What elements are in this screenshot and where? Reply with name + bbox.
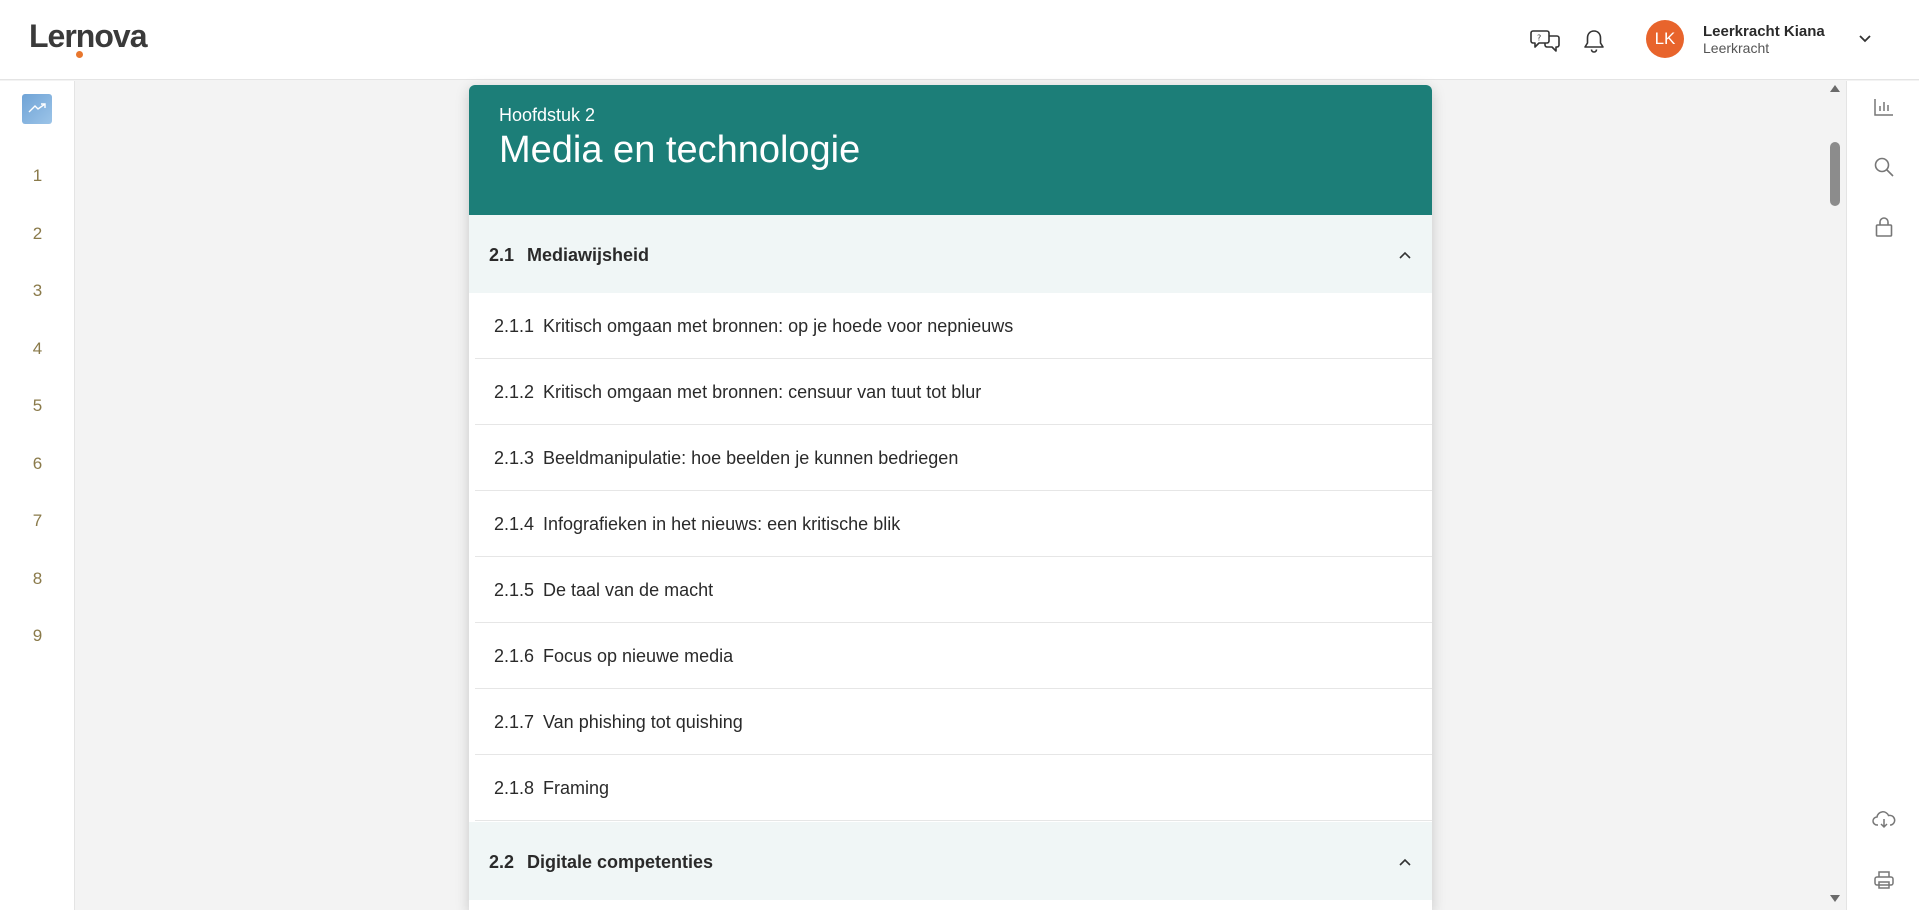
section-number: 2.1 — [489, 245, 515, 265]
lesson-number: 2.1.4 — [494, 514, 535, 534]
lesson-list-item[interactable]: 2.1.1 Kritisch omgaan met bronnen: op je … — [469, 293, 1432, 359]
user-name[interactable]: Leerkracht Kiana — [1703, 23, 1825, 40]
logo-dot — [76, 51, 83, 58]
sidebar-chapter-7[interactable]: 7 — [0, 511, 75, 531]
sidebar-chapter-5[interactable]: 5 — [0, 396, 75, 416]
lesson-title: Framing — [543, 778, 610, 798]
sidebar-chapter-1[interactable]: 1 — [0, 166, 75, 186]
avatar-initials: LK — [1654, 29, 1676, 48]
logo-text: Lernova — [29, 18, 147, 54]
lesson-number: 2.1.6 — [494, 646, 535, 666]
book-cover-thumbnail[interactable] — [22, 94, 52, 124]
sidebar-chapter-4[interactable]: 4 — [0, 339, 75, 359]
section-header[interactable]: 2.1 Mediawijsheid — [469, 215, 1432, 293]
printer-icon[interactable] — [1869, 865, 1899, 895]
chapter-label: Hoofdstuk 2 — [499, 105, 596, 125]
lesson-number: 2.1.7 — [494, 712, 535, 732]
lesson-list-item[interactable]: 2.1.3 Beeldmanipulatie: hoe beelden je ku… — [469, 425, 1432, 491]
scroll-up-arrow[interactable] — [1828, 84, 1842, 96]
bell-icon[interactable] — [1577, 24, 1611, 58]
chapter-header: Hoofdstuk 2 Media en technologie — [469, 85, 1432, 215]
chevron-up-icon[interactable] — [1395, 245, 1415, 265]
lesson-number: 2.1.5 — [494, 580, 535, 600]
cloud-download-icon[interactable] — [1869, 805, 1899, 835]
search-icon[interactable] — [1869, 152, 1899, 182]
lesson-list-item[interactable]: 2.1.6 Focus op nieuwe media — [469, 623, 1432, 689]
lesson-number: 2.1.1 — [494, 316, 535, 336]
divider — [475, 820, 1432, 821]
section-title: Mediawijsheid — [527, 245, 650, 265]
lesson-list-item[interactable]: 2.1.7 Van phishing tot quishing — [469, 689, 1432, 755]
sidebar-chapter-6[interactable]: 6 — [0, 454, 75, 474]
chapter-title: Media en technologie — [499, 129, 861, 171]
chapter-card: Hoofdstuk 2 Media en technologie 2.1 Medi… — [469, 85, 1432, 910]
lesson-number: 2.1.2 — [494, 382, 535, 402]
section-number: 2.2 — [489, 852, 515, 872]
lesson-title: De taal van de macht — [543, 580, 714, 600]
right-toolbar — [1846, 81, 1919, 910]
sidebar-chapter-9[interactable]: 9 — [0, 626, 75, 646]
lesson-list-item[interactable]: 2.1.2 Kritisch omgaan met bronnen: censuu… — [469, 359, 1432, 425]
lesson-title: Infografieken in het nieuws: een kritisc… — [543, 514, 901, 534]
lesson-list-item[interactable]: 2.1.8 Framing — [469, 755, 1432, 821]
chat-bubbles-icon[interactable]: ? — [1529, 24, 1563, 58]
bar-chart-icon[interactable] — [1869, 92, 1899, 122]
scrollbar-thumb[interactable] — [1830, 142, 1840, 206]
svg-text:?: ? — [1537, 34, 1541, 43]
lesson-title: Focus op nieuwe media — [543, 646, 734, 666]
lesson-number: 2.1.3 — [494, 448, 535, 468]
lock-icon[interactable] — [1869, 212, 1899, 242]
lesson-number: 2.1.8 — [494, 778, 535, 798]
lesson-list-item[interactable]: 2.1.4 Infografieken in het nieuws: een kr… — [469, 491, 1432, 557]
lesson-list-item[interactable]: 2.1.5 De taal van de macht — [469, 557, 1432, 623]
chapter-sidebar: 1 2 3 4 5 6 7 8 9 — [0, 81, 75, 910]
chevron-down-icon[interactable] — [1852, 26, 1878, 52]
section-title: Digitale competenties — [527, 852, 714, 872]
lesson-title: Kritisch omgaan met bronnen: censuur van… — [543, 382, 982, 402]
sidebar-chapter-8[interactable]: 8 — [0, 569, 75, 589]
lesson-title: Kritisch omgaan met bronnen: op je hoede… — [543, 316, 1014, 336]
scroll-down-arrow[interactable] — [1828, 894, 1842, 906]
user-role: Leerkracht — [1703, 40, 1770, 56]
lesson-title: Van phishing tot quishing — [543, 712, 743, 732]
chevron-up-icon[interactable] — [1395, 852, 1415, 872]
sidebar-chapter-3[interactable]: 3 — [0, 281, 75, 301]
sidebar-chapter-2[interactable]: 2 — [0, 224, 75, 244]
avatar[interactable]: LK — [1646, 20, 1684, 58]
top-bar: Lernova ? LK Leerkracht Kiana Leerkracht — [0, 0, 1919, 80]
section-header[interactable]: 2.2 Digitale competenties — [469, 822, 1432, 900]
app-logo[interactable]: Lernova — [29, 18, 147, 58]
lesson-title: Beeldmanipulatie: hoe beelden je kunnen … — [543, 448, 959, 468]
